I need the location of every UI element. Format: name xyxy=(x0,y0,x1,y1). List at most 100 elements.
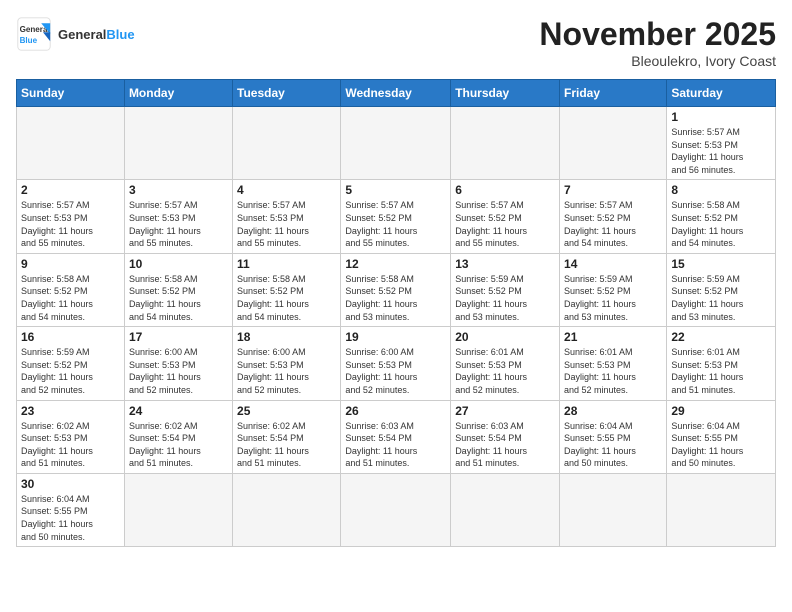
day-number: 23 xyxy=(21,404,120,418)
day-info: Sunrise: 6:03 AM Sunset: 5:54 PM Dayligh… xyxy=(455,420,555,470)
logo-icon: General Blue xyxy=(16,16,52,52)
location-subtitle: Bleoulekro, Ivory Coast xyxy=(539,53,776,69)
day-info: Sunrise: 5:58 AM Sunset: 5:52 PM Dayligh… xyxy=(671,199,771,249)
month-title: November 2025 xyxy=(539,16,776,53)
calendar-cell: 1 Sunrise: 5:57 AM Sunset: 5:53 PM Daylig… xyxy=(667,107,776,180)
calendar-cell: 18 Sunrise: 6:00 AM Sunset: 5:53 PM Dayli… xyxy=(233,327,341,400)
logo: General Blue GeneralBlue xyxy=(16,16,135,52)
day-number: 1 xyxy=(671,110,771,124)
day-info: Sunrise: 5:59 AM Sunset: 5:52 PM Dayligh… xyxy=(564,273,662,323)
day-info: Sunrise: 5:59 AM Sunset: 5:52 PM Dayligh… xyxy=(671,273,771,323)
day-info: Sunrise: 6:00 AM Sunset: 5:53 PM Dayligh… xyxy=(237,346,336,396)
calendar-cell: 14Sunrise: 5:59 AM Sunset: 5:52 PM Dayli… xyxy=(560,253,667,326)
day-info: Sunrise: 5:57 AM Sunset: 5:53 PM Dayligh… xyxy=(237,199,336,249)
day-info: Sunrise: 5:59 AM Sunset: 5:52 PM Dayligh… xyxy=(21,346,120,396)
day-info: Sunrise: 6:02 AM Sunset: 5:54 PM Dayligh… xyxy=(129,420,228,470)
day-info: Sunrise: 6:03 AM Sunset: 5:54 PM Dayligh… xyxy=(345,420,446,470)
calendar-cell: 8 Sunrise: 5:58 AM Sunset: 5:52 PM Daylig… xyxy=(667,180,776,253)
calendar-cell: 24 Sunrise: 6:02 AM Sunset: 5:54 PM Dayli… xyxy=(124,400,232,473)
day-info: Sunrise: 6:01 AM Sunset: 5:53 PM Dayligh… xyxy=(564,346,662,396)
day-info: Sunrise: 5:57 AM Sunset: 5:53 PM Dayligh… xyxy=(129,199,228,249)
calendar-cell: 27Sunrise: 6:03 AM Sunset: 5:54 PM Dayli… xyxy=(451,400,560,473)
weekday-header-saturday: Saturday xyxy=(667,80,776,107)
calendar-week-row: 2Sunrise: 5:57 AM Sunset: 5:53 PM Daylig… xyxy=(17,180,776,253)
calendar-cell: 25Sunrise: 6:02 AM Sunset: 5:54 PM Dayli… xyxy=(233,400,341,473)
day-info: Sunrise: 5:57 AM Sunset: 5:53 PM Dayligh… xyxy=(671,126,771,176)
calendar-week-row: 9 Sunrise: 5:58 AM Sunset: 5:52 PM Daylig… xyxy=(17,253,776,326)
weekday-header-sunday: Sunday xyxy=(17,80,125,107)
calendar-cell: 2Sunrise: 5:57 AM Sunset: 5:53 PM Daylig… xyxy=(17,180,125,253)
day-number: 26 xyxy=(345,404,446,418)
day-number: 4 xyxy=(237,183,336,197)
calendar-cell: 10Sunrise: 5:58 AM Sunset: 5:52 PM Dayli… xyxy=(124,253,232,326)
day-info: Sunrise: 6:04 AM Sunset: 5:55 PM Dayligh… xyxy=(21,493,120,543)
calendar-cell xyxy=(341,473,451,546)
day-info: Sunrise: 5:58 AM Sunset: 5:52 PM Dayligh… xyxy=(21,273,120,323)
day-number: 5 xyxy=(345,183,446,197)
day-number: 13 xyxy=(455,257,555,271)
day-number: 21 xyxy=(564,330,662,344)
calendar-cell: 16Sunrise: 5:59 AM Sunset: 5:52 PM Dayli… xyxy=(17,327,125,400)
day-info: Sunrise: 6:02 AM Sunset: 5:53 PM Dayligh… xyxy=(21,420,120,470)
weekday-header-monday: Monday xyxy=(124,80,232,107)
weekday-header-row: SundayMondayTuesdayWednesdayThursdayFrid… xyxy=(17,80,776,107)
calendar-cell xyxy=(451,107,560,180)
day-number: 24 xyxy=(129,404,228,418)
weekday-header-wednesday: Wednesday xyxy=(341,80,451,107)
calendar-cell: 4 Sunrise: 5:57 AM Sunset: 5:53 PM Daylig… xyxy=(233,180,341,253)
day-info: Sunrise: 5:58 AM Sunset: 5:52 PM Dayligh… xyxy=(237,273,336,323)
calendar-cell: 22Sunrise: 6:01 AM Sunset: 5:53 PM Dayli… xyxy=(667,327,776,400)
day-info: Sunrise: 5:57 AM Sunset: 5:53 PM Dayligh… xyxy=(21,199,120,249)
calendar-cell: 6Sunrise: 5:57 AM Sunset: 5:52 PM Daylig… xyxy=(451,180,560,253)
day-number: 12 xyxy=(345,257,446,271)
calendar-week-row: 1 Sunrise: 5:57 AM Sunset: 5:53 PM Daylig… xyxy=(17,107,776,180)
calendar-cell: 30 Sunrise: 6:04 AM Sunset: 5:55 PM Dayli… xyxy=(17,473,125,546)
calendar-cell xyxy=(341,107,451,180)
day-info: Sunrise: 5:58 AM Sunset: 5:52 PM Dayligh… xyxy=(345,273,446,323)
calendar-cell: 19 Sunrise: 6:00 AM Sunset: 5:53 PM Dayli… xyxy=(341,327,451,400)
calendar-cell: 13 Sunrise: 5:59 AM Sunset: 5:52 PM Dayli… xyxy=(451,253,560,326)
calendar-cell xyxy=(124,107,232,180)
calendar-cell: 9 Sunrise: 5:58 AM Sunset: 5:52 PM Daylig… xyxy=(17,253,125,326)
day-info: Sunrise: 5:57 AM Sunset: 5:52 PM Dayligh… xyxy=(564,199,662,249)
calendar-cell: 20 Sunrise: 6:01 AM Sunset: 5:53 PM Dayli… xyxy=(451,327,560,400)
day-number: 18 xyxy=(237,330,336,344)
calendar-cell xyxy=(451,473,560,546)
calendar-cell: 23 Sunrise: 6:02 AM Sunset: 5:53 PM Dayli… xyxy=(17,400,125,473)
calendar-cell xyxy=(667,473,776,546)
calendar-cell: 28Sunrise: 6:04 AM Sunset: 5:55 PM Dayli… xyxy=(560,400,667,473)
day-info: Sunrise: 5:59 AM Sunset: 5:52 PM Dayligh… xyxy=(455,273,555,323)
day-info: Sunrise: 5:57 AM Sunset: 5:52 PM Dayligh… xyxy=(455,199,555,249)
page-header: General Blue GeneralBlue November 2025 B… xyxy=(16,16,776,69)
calendar-week-row: 16Sunrise: 5:59 AM Sunset: 5:52 PM Dayli… xyxy=(17,327,776,400)
day-number: 11 xyxy=(237,257,336,271)
day-info: Sunrise: 6:02 AM Sunset: 5:54 PM Dayligh… xyxy=(237,420,336,470)
day-info: Sunrise: 5:58 AM Sunset: 5:52 PM Dayligh… xyxy=(129,273,228,323)
calendar-cell: 7 Sunrise: 5:57 AM Sunset: 5:52 PM Daylig… xyxy=(560,180,667,253)
calendar-cell: 21 Sunrise: 6:01 AM Sunset: 5:53 PM Dayli… xyxy=(560,327,667,400)
calendar-cell: 12 Sunrise: 5:58 AM Sunset: 5:52 PM Dayli… xyxy=(341,253,451,326)
day-info: Sunrise: 6:01 AM Sunset: 5:53 PM Dayligh… xyxy=(455,346,555,396)
calendar-cell xyxy=(233,107,341,180)
svg-text:Blue: Blue xyxy=(20,36,38,45)
day-number: 7 xyxy=(564,183,662,197)
day-number: 22 xyxy=(671,330,771,344)
day-number: 19 xyxy=(345,330,446,344)
weekday-header-thursday: Thursday xyxy=(451,80,560,107)
calendar-cell: 17Sunrise: 6:00 AM Sunset: 5:53 PM Dayli… xyxy=(124,327,232,400)
day-number: 8 xyxy=(671,183,771,197)
day-number: 29 xyxy=(671,404,771,418)
day-number: 15 xyxy=(671,257,771,271)
logo-text: GeneralBlue xyxy=(58,27,135,42)
day-number: 9 xyxy=(21,257,120,271)
day-number: 30 xyxy=(21,477,120,491)
title-block: November 2025 Bleoulekro, Ivory Coast xyxy=(539,16,776,69)
calendar-cell: 5 Sunrise: 5:57 AM Sunset: 5:52 PM Daylig… xyxy=(341,180,451,253)
day-number: 3 xyxy=(129,183,228,197)
calendar-cell xyxy=(560,107,667,180)
calendar-cell: 11 Sunrise: 5:58 AM Sunset: 5:52 PM Dayli… xyxy=(233,253,341,326)
day-info: Sunrise: 6:00 AM Sunset: 5:53 PM Dayligh… xyxy=(345,346,446,396)
day-info: Sunrise: 5:57 AM Sunset: 5:52 PM Dayligh… xyxy=(345,199,446,249)
day-number: 20 xyxy=(455,330,555,344)
calendar-week-row: 30 Sunrise: 6:04 AM Sunset: 5:55 PM Dayli… xyxy=(17,473,776,546)
